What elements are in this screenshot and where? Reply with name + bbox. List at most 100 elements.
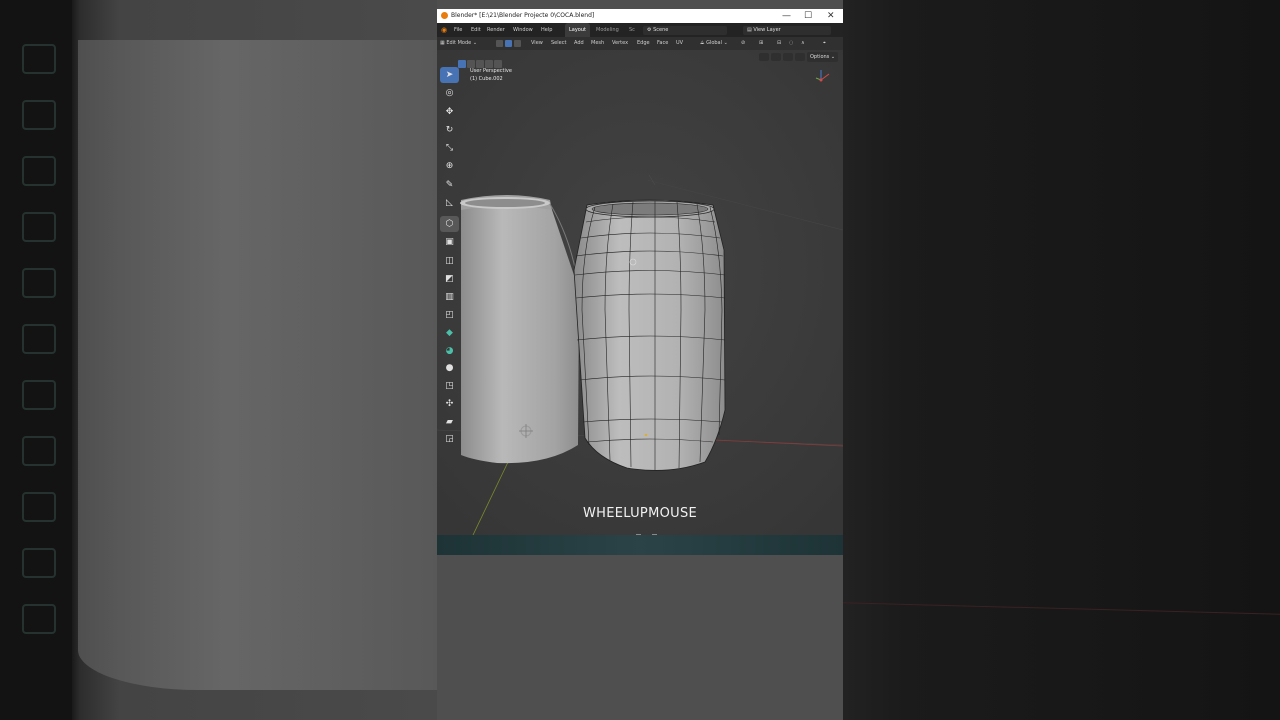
title-bar: Blender* [E:\21\Blender Projecte 0\COCA.… — [437, 9, 843, 23]
annotate-icon[interactable]: ✎ — [440, 177, 459, 193]
window-title: Blender* [E:\21\Blender Projecte 0\COCA.… — [451, 12, 595, 19]
falloff-icon[interactable]: ∧ — [801, 37, 805, 50]
tab-layout[interactable]: Layout — [565, 23, 590, 37]
menu-select[interactable]: Select — [551, 37, 566, 50]
snap-target-icon[interactable]: ⊟ — [777, 37, 781, 50]
pivot-icon[interactable]: ⊘ — [741, 37, 745, 50]
vertex-select-icon[interactable] — [496, 40, 503, 47]
blurred-tool-icon — [22, 268, 56, 298]
select-invert-icon[interactable] — [485, 60, 493, 68]
3d-viewport[interactable]: Options ⌄ User Perspective (1) Cube.002 … — [437, 50, 843, 535]
select-extend-icon[interactable] — [467, 60, 475, 68]
blurred-background-right — [843, 0, 1280, 720]
proportional-edit-icon[interactable]: ◌ — [789, 37, 793, 50]
view-name: User Perspective — [470, 68, 512, 74]
overlay-icon[interactable] — [771, 53, 781, 61]
menu-mesh[interactable]: Mesh — [591, 37, 604, 50]
blender-window: Blender* [E:\21\Blender Projecte 0\COCA.… — [437, 0, 843, 720]
menu-face[interactable]: Face — [657, 37, 668, 50]
screen: Blender* [E:\21\Blender Projecte 0\COCA.… — [0, 0, 1280, 720]
gizmo-toggle-icon[interactable]: ⌖ — [823, 37, 826, 50]
transform-orientation[interactable]: ⟁ Global ⌄ — [700, 37, 728, 50]
3d-cursor-icon[interactable]: ◎ — [440, 85, 459, 101]
scale-icon[interactable]: ⤡ — [440, 140, 459, 156]
face-select-icon[interactable] — [514, 40, 521, 47]
view-layer-selector[interactable]: ▤ View Layer — [743, 26, 831, 35]
loop-cut-icon[interactable]: ▥ — [440, 289, 459, 305]
menu-window[interactable]: Window — [513, 23, 533, 37]
knife-icon[interactable]: ◰ — [440, 307, 459, 323]
view-layer-name: View Layer — [753, 27, 781, 33]
empty-area — [437, 555, 843, 720]
menu-help[interactable]: Help — [541, 23, 552, 37]
maximize-button[interactable]: ☐ — [804, 9, 812, 23]
select-subtract-icon[interactable] — [476, 60, 484, 68]
visibility-icon[interactable] — [759, 53, 769, 61]
screencast-key-label: WHEELUPMOUSE — [582, 506, 698, 521]
viewport-scene — [437, 50, 843, 535]
blender-menu-icon[interactable]: ◉ — [441, 23, 447, 37]
blurred-tool-icon — [22, 156, 56, 186]
options-dropdown[interactable]: Options ⌄ — [807, 52, 839, 62]
close-button[interactable]: ✕ — [827, 9, 835, 23]
xray-icon[interactable] — [783, 53, 793, 61]
chevron-down-icon: ⌄ — [829, 54, 836, 60]
minimize-button[interactable]: — — [782, 9, 791, 23]
chevron-down-icon: ⌄ — [471, 40, 478, 46]
extrude-icon[interactable]: ▣ — [440, 234, 459, 250]
menu-render[interactable]: Render — [487, 23, 505, 37]
scene-name: Scene — [653, 27, 669, 33]
tab-sculpting[interactable]: Sc — [629, 23, 635, 37]
menu-edit[interactable]: Edit — [471, 23, 481, 37]
spin-icon[interactable]: ◕ — [440, 343, 459, 359]
menu-vertex[interactable]: Vertex — [612, 37, 628, 50]
shrink-fatten-icon[interactable]: ✣ — [440, 396, 459, 412]
blurred-tool-icon — [22, 44, 56, 74]
bevel-icon[interactable]: ◩ — [440, 271, 459, 287]
edge-slide-icon[interactable]: ◳ — [440, 378, 459, 394]
rotate-icon[interactable]: ↻ — [440, 122, 459, 138]
select-new-icon[interactable] — [458, 60, 466, 68]
blurred-tool-icon — [22, 100, 56, 130]
mode-selector[interactable]: ▦ Edit Mode ⌄ — [440, 37, 477, 50]
shading-icon[interactable] — [795, 53, 805, 61]
smooth-icon[interactable]: ● — [440, 360, 459, 376]
object-name: (1) Cube.002 — [470, 76, 503, 82]
tab-modeling[interactable]: Modeling — [596, 23, 619, 37]
viewport-header: ▦ Edit Mode ⌄ View Select Add Mesh Verte… — [437, 37, 843, 50]
select-intersect-icon[interactable] — [494, 60, 502, 68]
blurred-tool-icon — [22, 380, 56, 410]
snap-icon[interactable]: ⊞ — [759, 37, 763, 50]
poly-build-icon[interactable]: ◆ — [440, 325, 459, 341]
blender-logo-icon — [441, 12, 448, 19]
blurred-tool-icon — [22, 604, 56, 634]
move-icon[interactable]: ✥ — [440, 104, 459, 120]
edge-select-icon[interactable] — [505, 40, 512, 47]
menu-edge[interactable]: Edge — [637, 37, 650, 50]
blurred-background-left — [0, 0, 448, 720]
menu-add[interactable]: Add — [574, 37, 584, 50]
blurred-tool-icon — [22, 548, 56, 578]
inset-icon[interactable]: ◫ — [440, 253, 459, 269]
blurred-tool-icon — [22, 492, 56, 522]
chevron-down-icon: ⌄ — [722, 40, 728, 46]
blurred-tool-icon — [22, 324, 56, 354]
add-cube-icon[interactable]: ⬡ — [440, 216, 459, 232]
shear-icon[interactable]: ▰ — [440, 414, 459, 430]
status-bar — [437, 535, 843, 555]
blurred-can-shape — [78, 40, 448, 690]
origin-point — [644, 433, 648, 437]
cursor-arrow-icon[interactable]: ➤ — [440, 67, 459, 83]
menu-uv[interactable]: UV — [676, 37, 683, 50]
measure-icon[interactable]: ◺ — [440, 195, 459, 211]
menu-file[interactable]: File — [454, 23, 462, 37]
top-menu-bar: ◉ File Edit Render Window Help Layout Mo… — [437, 23, 843, 37]
menu-view[interactable]: View — [531, 37, 543, 50]
orientation-label: Global — [706, 40, 723, 46]
transform-icon[interactable]: ⊕ — [440, 158, 459, 174]
blurred-axis-line — [843, 602, 1280, 615]
right-can-mesh — [573, 199, 726, 471]
blurred-tool-icon — [22, 212, 56, 242]
rip-icon[interactable]: ◲ — [440, 431, 459, 447]
scene-selector[interactable]: ⚙ Scene — [643, 26, 727, 35]
